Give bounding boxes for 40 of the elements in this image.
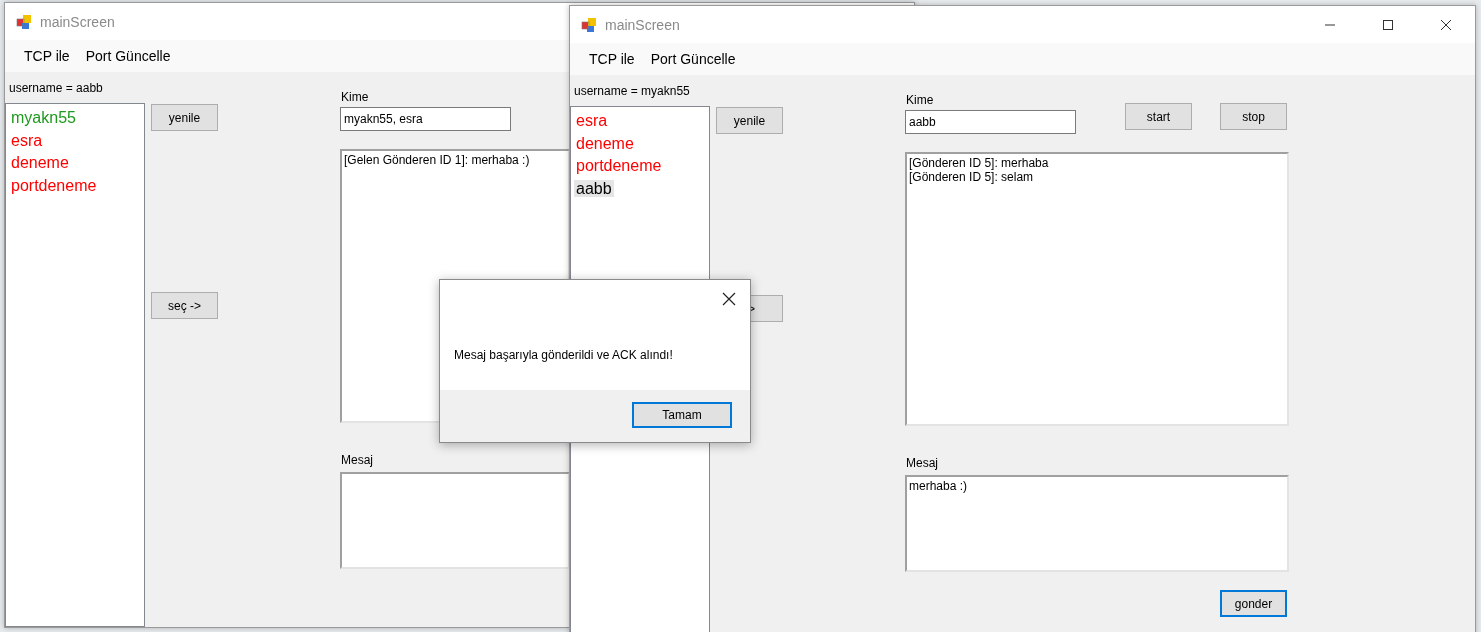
menu-item[interactable]: Port Güncelle: [77, 45, 179, 67]
select-button[interactable]: seç ->: [151, 292, 218, 319]
username-label: username = aabb: [9, 80, 104, 97]
message-label: Mesaj: [906, 456, 938, 470]
dialog-message: Mesaj başarıyla gönderildi ve ACK alındı!: [454, 348, 674, 362]
user-item[interactable]: aabb: [574, 179, 614, 197]
log-line: [Gönderen ID 5]: selam: [909, 170, 1034, 184]
user-item[interactable]: esra: [9, 131, 45, 149]
user-item[interactable]: deneme: [9, 154, 71, 171]
recipient-field[interactable]: myakn55, esra: [340, 107, 511, 131]
app-icon: [16, 13, 32, 30]
refresh-button[interactable]: yenile: [151, 104, 218, 131]
username-label: username = myakn55: [574, 83, 691, 100]
user-item[interactable]: esra: [574, 112, 610, 129]
window-title: mainScreen: [605, 16, 680, 33]
ok-button[interactable]: Tamam: [632, 402, 732, 428]
app-icon: [581, 16, 597, 33]
user-item[interactable]: portdeneme: [574, 157, 664, 174]
start-button[interactable]: start: [1125, 103, 1192, 130]
recipient-label: Kime: [341, 90, 369, 104]
recipient-label: Kime: [906, 93, 934, 107]
send-button[interactable]: gonder: [1220, 590, 1287, 617]
user-item[interactable]: deneme: [574, 134, 636, 152]
close-button[interactable]: [1440, 18, 1452, 31]
menu-item[interactable]: Port Güncelle: [642, 48, 744, 70]
log-line: [Gönderen ID 5]: merhaba: [909, 156, 1049, 170]
menu-item[interactable]: TCP ile: [16, 45, 78, 67]
maximize-button[interactable]: [1382, 18, 1394, 31]
log-line: [Gelen Gönderen ID 1]: merhaba :): [344, 153, 530, 167]
message-input[interactable]: [340, 472, 570, 569]
user-item[interactable]: myakn55: [9, 109, 78, 126]
user-item[interactable]: portdeneme: [9, 176, 99, 194]
refresh-button[interactable]: yenile: [716, 107, 783, 134]
close-icon[interactable]: [722, 292, 736, 306]
message-input[interactable]: merhaba :): [905, 475, 1289, 572]
recipient-field[interactable]: aabb: [905, 110, 1076, 134]
message-label: Mesaj: [341, 453, 373, 467]
stop-button[interactable]: stop: [1220, 103, 1287, 130]
window-title: mainScreen: [40, 13, 115, 30]
menu-item[interactable]: TCP ile: [581, 48, 643, 70]
